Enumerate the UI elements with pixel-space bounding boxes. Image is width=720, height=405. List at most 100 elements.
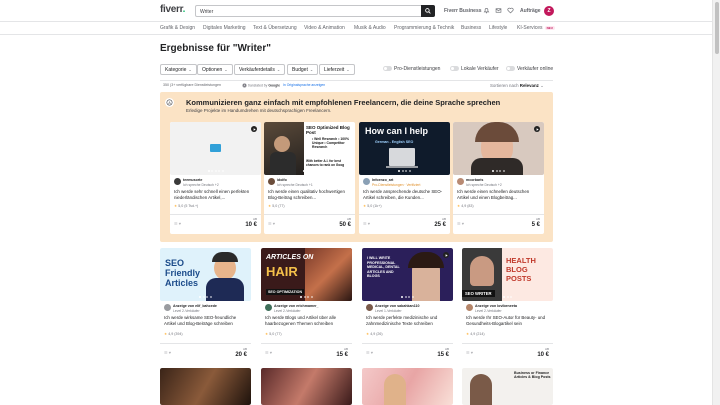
seller-avatar[interactable] <box>164 304 171 311</box>
seller-avatar[interactable] <box>466 304 473 311</box>
filter-options[interactable]: Optionen ⌄ <box>197 64 233 75</box>
gig-thumbnail[interactable]: Business or Finance Articles & Blog Post… <box>462 368 553 405</box>
gig-card[interactable] <box>261 368 352 405</box>
heart-icon[interactable]: ♥ <box>270 350 272 355</box>
messages-icon[interactable] <box>494 6 502 14</box>
filter-budget[interactable]: Budget ⌄ <box>287 64 319 75</box>
gig-card[interactable]: How can I help German - English SEO Info… <box>359 122 450 234</box>
heart-icon[interactable]: ♥ <box>368 221 370 226</box>
seller-avatar[interactable] <box>457 178 464 185</box>
gig-card[interactable]: SEO Optimized Blog Post • Well Research … <box>264 122 355 234</box>
category-video-animation[interactable]: Video & Animation <box>304 25 345 31</box>
list-icon[interactable]: ☰ <box>366 350 370 355</box>
category-writing-translation[interactable]: Text & Übersetzung <box>253 25 297 31</box>
filter-label: Optionen <box>202 67 223 73</box>
gig-card[interactable]: mcorbaris Ich spreche Deutsch +2 Ich wer… <box>453 122 544 234</box>
filter-category[interactable]: Kategorie ⌄ <box>160 64 197 75</box>
list-icon[interactable]: ☰ <box>466 350 470 355</box>
notification-bell-icon[interactable] <box>482 6 490 14</box>
seller-avatar[interactable] <box>174 178 181 185</box>
gig-title[interactable]: Ich werde Ihr SEO-Autor für Beauty- und … <box>466 315 550 326</box>
gig-thumbnail[interactable] <box>362 368 453 405</box>
orders-link[interactable]: Aufträge <box>520 8 541 14</box>
thumbnail-text: HEALTH <box>506 256 536 265</box>
fiverr-logo[interactable]: fiverr. <box>160 4 186 15</box>
user-avatar[interactable]: Z <box>544 6 554 16</box>
page-scrollbar[interactable] <box>712 0 720 405</box>
gig-title[interactable]: Ich werde einen schnellen deutschen Arti… <box>457 189 541 200</box>
sellers-online-toggle[interactable] <box>506 66 515 71</box>
seller-name[interactable]: idolfo <box>277 178 287 182</box>
video-play-icon[interactable] <box>251 126 257 132</box>
thumbnail-text: • Well Research • 100% Unique • Competit… <box>312 137 349 149</box>
gig-thumbnail[interactable] <box>261 368 352 405</box>
gig-thumbnail[interactable]: HEALTH BLOG POSTS SEO WRITER <box>462 248 553 301</box>
gig-card[interactable]: I WILL WRITE PROFESSIONAL MEDICAL, DENTA… <box>362 248 453 360</box>
list-icon[interactable]: ☰ <box>265 350 269 355</box>
show-original-link[interactable]: In Originalsprache anzeigen <box>283 83 325 87</box>
heart-icon[interactable]: ♥ <box>273 221 275 226</box>
category-graphics-design[interactable]: Grafik & Design <box>160 25 195 31</box>
gig-thumbnail[interactable]: ARTICLES ON HAIR SEO OPTIMIZATION <box>261 248 352 301</box>
filter-seller-details[interactable]: Verkäuferdetails ⌄ <box>234 64 286 75</box>
filter-delivery-time[interactable]: Lieferzeit ⌄ <box>319 64 355 75</box>
seller-avatar[interactable] <box>366 304 373 311</box>
gig-thumbnail[interactable]: I WILL WRITE PROFESSIONAL MEDICAL, DENTA… <box>362 248 453 301</box>
gig-title[interactable]: Ich werde Blogs und Artikel über alle ha… <box>265 315 349 326</box>
list-icon[interactable]: ☰ <box>457 221 461 226</box>
gig-thumbnail[interactable]: SEO Friendly Articles <box>160 248 251 301</box>
gig-title[interactable]: Ich werde sehr schnell einen perfekten n… <box>174 189 258 200</box>
heart-icon[interactable]: ♥ <box>169 350 171 355</box>
gig-card[interactable] <box>160 368 251 405</box>
list-icon[interactable]: ☰ <box>164 350 168 355</box>
seller-name[interactable]: Anzeige von erichmamer_ <box>274 304 319 308</box>
favorites-heart-icon[interactable] <box>506 6 514 14</box>
video-play-icon[interactable] <box>534 126 540 132</box>
heart-icon[interactable]: ♥ <box>179 221 181 226</box>
search-button[interactable] <box>421 5 435 17</box>
heart-icon[interactable]: ♥ <box>371 350 373 355</box>
category-ai-services[interactable]: KI-Services NEU <box>517 25 555 31</box>
gig-thumbnail[interactable]: SEO Optimized Blog Post • Well Research … <box>264 122 355 175</box>
seller-avatar[interactable] <box>268 178 275 185</box>
scrollbar-thumb[interactable] <box>715 2 719 54</box>
video-play-icon[interactable] <box>443 252 449 258</box>
gig-title[interactable]: Ich werde perfekte medizinische und zahn… <box>366 315 450 326</box>
gig-thumbnail[interactable] <box>170 122 261 175</box>
gig-card[interactable]: HEALTH BLOG POSTS SEO WRITER Anzeige von… <box>462 248 553 360</box>
seller-name[interactable]: Anzeige von lovibeneeta <box>475 304 517 308</box>
gig-card[interactable]: SEO Friendly Articles Anzeige von elif_b… <box>160 248 251 360</box>
gig-card[interactable]: Business or Finance Articles & Blog Post… <box>462 368 553 405</box>
gig-thumbnail[interactable] <box>160 368 251 405</box>
gig-thumbnail[interactable] <box>453 122 544 175</box>
gig-card[interactable] <box>362 368 453 405</box>
list-icon[interactable]: ☰ <box>363 221 367 226</box>
list-icon[interactable]: ☰ <box>268 221 272 226</box>
category-digital-marketing[interactable]: Digitales Marketing <box>203 25 246 31</box>
category-programming-tech[interactable]: Programmierung & Technik <box>394 25 454 31</box>
local-sellers-toggle[interactable] <box>450 66 459 71</box>
heart-icon[interactable]: ♥ <box>462 221 464 226</box>
gig-card[interactable]: teemusorte Ich spreche Deutsch +2 Ich we… <box>170 122 261 234</box>
seller-name[interactable]: Infoenzo_art <box>372 178 393 182</box>
fiverr-business-link[interactable]: Fiverr Business <box>444 8 482 14</box>
gig-title[interactable]: Ich werde wirksame SEO-freundliche Artik… <box>164 315 248 326</box>
search-input[interactable] <box>200 7 415 16</box>
list-icon[interactable]: ☰ <box>174 221 178 226</box>
category-music-audio[interactable]: Musik & Audio <box>354 25 386 31</box>
seller-name[interactable]: mcorbaris <box>466 178 483 182</box>
seller-name[interactable]: Anzeige von elif_bahcede <box>173 304 217 308</box>
seller-avatar[interactable] <box>265 304 272 311</box>
gig-title[interactable]: Ich werde ansprechende deutsche SEO-Arti… <box>363 189 447 200</box>
gig-thumbnail[interactable]: How can I help German - English SEO <box>359 122 450 175</box>
seller-name[interactable]: Anzeige von sabahkan110 <box>375 304 420 308</box>
pro-services-toggle[interactable] <box>383 66 392 71</box>
sort-by[interactable]: Sortieren nach Relevanz ⌄ <box>490 83 544 89</box>
seller-name[interactable]: teemusorte <box>183 178 202 182</box>
gig-title[interactable]: Ich werde einen qualitativ hochwertigen … <box>268 189 352 200</box>
heart-icon[interactable]: ♥ <box>471 350 473 355</box>
seller-avatar[interactable] <box>363 178 370 185</box>
category-business[interactable]: Business <box>461 25 481 31</box>
category-lifestyle[interactable]: Lifestyle <box>489 25 507 31</box>
gig-card[interactable]: ARTICLES ON HAIR SEO OPTIMIZATION Anzeig… <box>261 248 352 360</box>
